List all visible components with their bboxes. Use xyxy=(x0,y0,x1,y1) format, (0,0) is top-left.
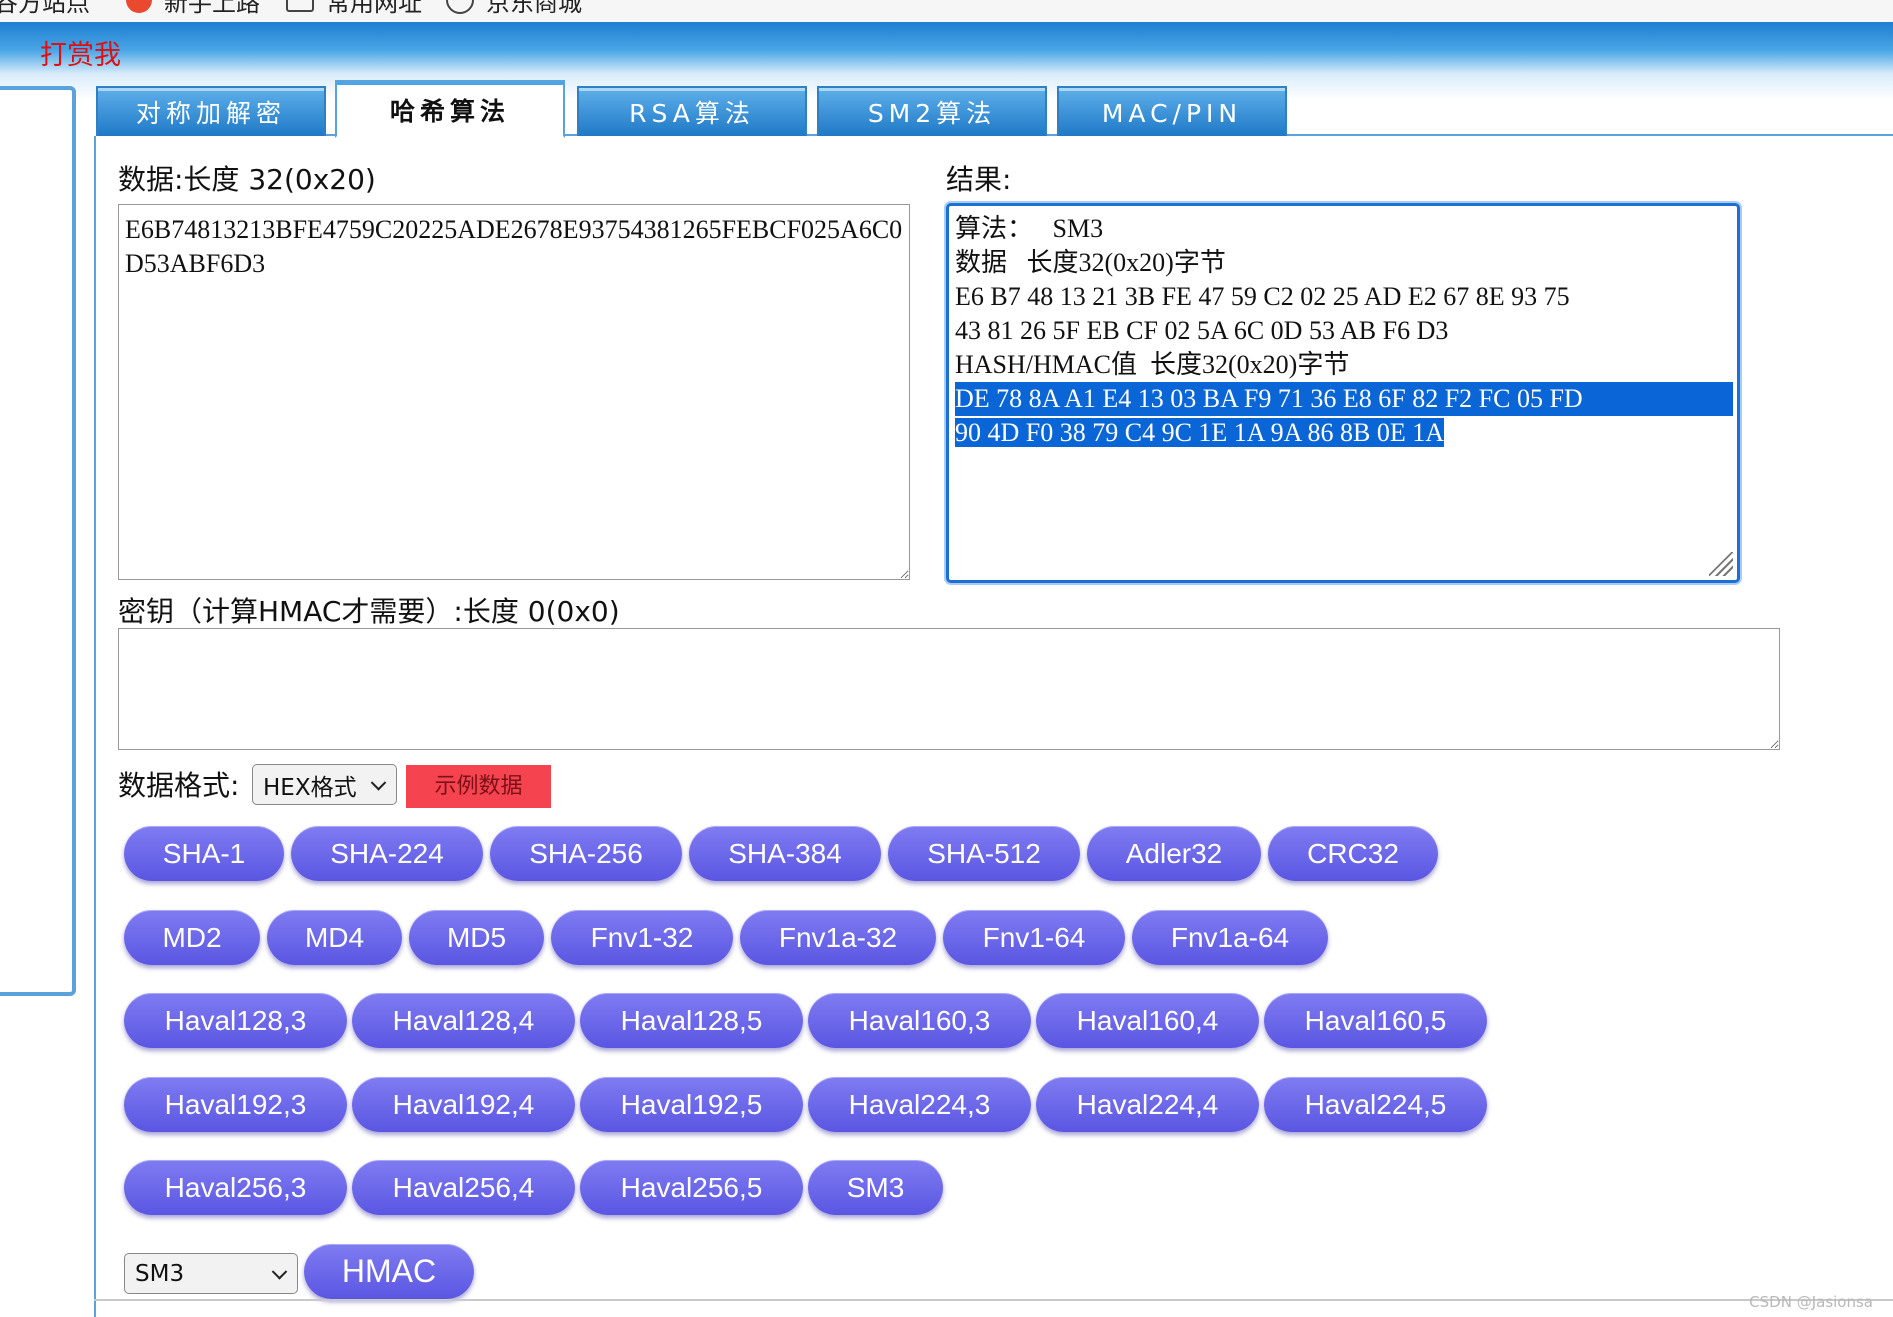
folder-icon xyxy=(286,0,314,12)
watermark: CSDN @Jasionsa xyxy=(1749,1293,1873,1311)
sha224-button[interactable]: SHA-224 xyxy=(291,826,483,881)
sha1-button[interactable]: SHA-1 xyxy=(124,826,284,881)
sha256-button[interactable]: SHA-256 xyxy=(490,826,682,881)
resize-grip-icon[interactable] xyxy=(1709,552,1733,576)
format-select[interactable]: HEX格式 xyxy=(252,764,397,805)
hmac-button[interactable]: HMAC xyxy=(304,1244,474,1299)
sha512-button[interactable]: SHA-512 xyxy=(888,826,1080,881)
fnv1a-64-button[interactable]: Fnv1a-64 xyxy=(1132,910,1328,965)
hmac-algorithm-select[interactable]: SM3 xyxy=(124,1253,298,1294)
haval256-4-button[interactable]: Haval256,4 xyxy=(352,1160,575,1215)
bookmark-label: 谷方站点 xyxy=(0,0,90,17)
key-input[interactable] xyxy=(118,628,1780,750)
haval128-5-button[interactable]: Haval128,5 xyxy=(580,993,803,1048)
sample-data-button[interactable]: 示例数据 xyxy=(406,765,551,808)
haval160-3-button[interactable]: Haval160,3 xyxy=(808,993,1031,1048)
tab-symmetric[interactable]: 对称加解密 xyxy=(96,86,326,136)
bookmark-label: 新手上路 xyxy=(164,0,260,17)
chevron-down-icon xyxy=(370,774,387,791)
md5-button[interactable]: MD5 xyxy=(409,910,544,965)
hmac-algorithm-value: SM3 xyxy=(135,1260,185,1287)
md2-button[interactable]: MD2 xyxy=(124,910,260,965)
haval256-3-button[interactable]: Haval256,3 xyxy=(124,1160,347,1215)
haval160-4-button[interactable]: Haval160,4 xyxy=(1036,993,1259,1048)
bookmark-item[interactable]: 谷方站点 xyxy=(0,0,90,17)
result-hash-line-selected: 90 4D F0 38 79 C4 9C 1E 1A 9A 86 8B 0E 1… xyxy=(955,418,1444,447)
bookmark-label: 常用网址 xyxy=(326,0,422,17)
bookmark-label: 京东商城 xyxy=(486,0,582,17)
result-output[interactable]: 算法： SM3 数据 长度32(0x20)字节 E6 B7 48 13 21 3… xyxy=(946,203,1740,583)
data-label: 数据:长度 32(0x20) xyxy=(118,163,376,196)
fnv1a-32-button[interactable]: Fnv1a-32 xyxy=(740,910,936,965)
app-header: 打赏我 xyxy=(0,22,1893,74)
tab-rsa[interactable]: RSA算法 xyxy=(577,86,807,136)
sm3-button[interactable]: SM3 xyxy=(808,1160,943,1215)
haval160-5-button[interactable]: Haval160,5 xyxy=(1264,993,1487,1048)
bookmarks-bar: 谷方站点 新手上路 常用网址 京东商城 xyxy=(0,0,1893,22)
format-label: 数据格式: xyxy=(118,769,240,802)
tab-sm2[interactable]: SM2算法 xyxy=(817,86,1047,136)
donate-link[interactable]: 打赏我 xyxy=(40,42,121,70)
bookmark-item[interactable]: 常用网址 xyxy=(286,0,422,17)
fnv1-64-button[interactable]: Fnv1-64 xyxy=(943,910,1125,965)
bookmark-item[interactable]: 京东商城 xyxy=(446,0,582,17)
chevron-down-icon xyxy=(271,1263,288,1280)
bottom-divider xyxy=(94,1299,1893,1301)
format-select-value: HEX格式 xyxy=(263,774,357,801)
result-label: 结果: xyxy=(946,163,1012,196)
tab-mac-pin[interactable]: MAC/PIN xyxy=(1057,86,1287,136)
sha384-button[interactable]: SHA-384 xyxy=(689,826,881,881)
result-line: 43 81 26 5F EB CF 02 5A 6C 0D 53 AB F6 D… xyxy=(955,316,1449,345)
haval192-5-button[interactable]: Haval192,5 xyxy=(580,1077,803,1132)
result-line: HASH/HMAC值 长度32(0x20)字节 xyxy=(955,350,1350,379)
haval224-4-button[interactable]: Haval224,4 xyxy=(1036,1077,1259,1132)
haval256-5-button[interactable]: Haval256,5 xyxy=(580,1160,803,1215)
haval192-3-button[interactable]: Haval192,3 xyxy=(124,1077,347,1132)
haval224-3-button[interactable]: Haval224,3 xyxy=(808,1077,1031,1132)
result-line: 算法： SM3 xyxy=(955,214,1104,243)
haval224-5-button[interactable]: Haval224,5 xyxy=(1264,1077,1487,1132)
result-line: E6 B7 48 13 21 3B FE 47 59 C2 02 25 AD E… xyxy=(955,282,1570,311)
content-border xyxy=(94,136,96,1317)
adler32-button[interactable]: Adler32 xyxy=(1087,826,1261,881)
md4-button[interactable]: MD4 xyxy=(267,910,402,965)
result-hash-line-selected: DE 78 8A A1 E4 13 03 BA F9 71 36 E8 6F 8… xyxy=(955,382,1733,416)
tab-hash[interactable]: 哈希算法 xyxy=(335,80,565,138)
haval192-4-button[interactable]: Haval192,4 xyxy=(352,1077,575,1132)
bookmark-item[interactable]: 新手上路 xyxy=(126,0,260,17)
haval128-3-button[interactable]: Haval128,3 xyxy=(124,993,347,1048)
left-panel xyxy=(0,86,76,996)
firefox-icon xyxy=(126,0,152,13)
result-line: 数据 长度32(0x20)字节 xyxy=(955,248,1226,277)
haval128-4-button[interactable]: Haval128,4 xyxy=(352,993,575,1048)
globe-icon xyxy=(446,0,474,14)
crc32-button[interactable]: CRC32 xyxy=(1268,826,1438,881)
fnv1-32-button[interactable]: Fnv1-32 xyxy=(551,910,733,965)
data-input[interactable]: E6B74813213BFE4759C20225ADE2678E93754381… xyxy=(118,204,910,580)
key-label: 密钥（计算HMAC才需要）:长度 0(0x0) xyxy=(118,595,620,628)
